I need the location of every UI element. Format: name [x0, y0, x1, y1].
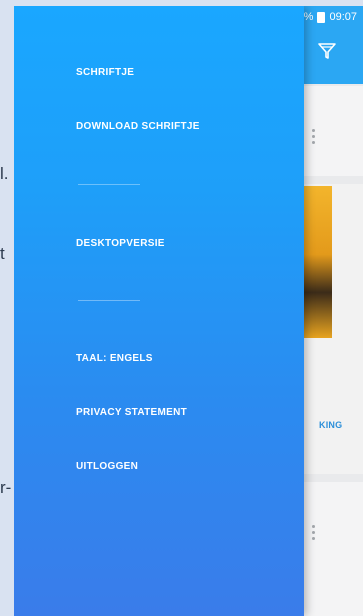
clock: 09:07 — [329, 11, 357, 23]
drawer-item-logout[interactable]: UITLOGGEN — [76, 461, 138, 472]
drawer-item-desktopversie[interactable]: DESKTOPVERSIE — [76, 238, 165, 249]
drawer-item-schriftje[interactable]: SCHRIFTJE — [76, 67, 134, 78]
edge-text-fragment: r- — [0, 478, 12, 497]
more-options-icon[interactable] — [312, 126, 318, 147]
filter-icon[interactable] — [317, 42, 337, 60]
edge-text-fragment: t — [0, 244, 5, 263]
drawer-divider — [78, 300, 140, 301]
edge-text-fragment: l. — [0, 164, 9, 183]
more-options-icon[interactable] — [312, 522, 318, 543]
drawer-item-language[interactable]: TAAL: ENGELS — [76, 353, 153, 364]
drawer-divider — [78, 184, 140, 185]
navigation-drawer: SCHRIFTJE DOWNLOAD SCHRIFTJE DESKTOPVERS… — [14, 6, 304, 616]
battery-icon — [317, 11, 326, 23]
card-link[interactable]: KING — [319, 420, 342, 430]
drawer-item-download-schriftje[interactable]: DOWNLOAD SCHRIFTJE — [76, 121, 200, 132]
drawer-item-privacy-statement[interactable]: PRIVACY STATEMENT — [76, 407, 187, 418]
phone-screen: KING ✱ ↻ ◠ ◢ 90% 09:07 SCHRIFTJE DOWNLOA… — [14, 6, 363, 616]
